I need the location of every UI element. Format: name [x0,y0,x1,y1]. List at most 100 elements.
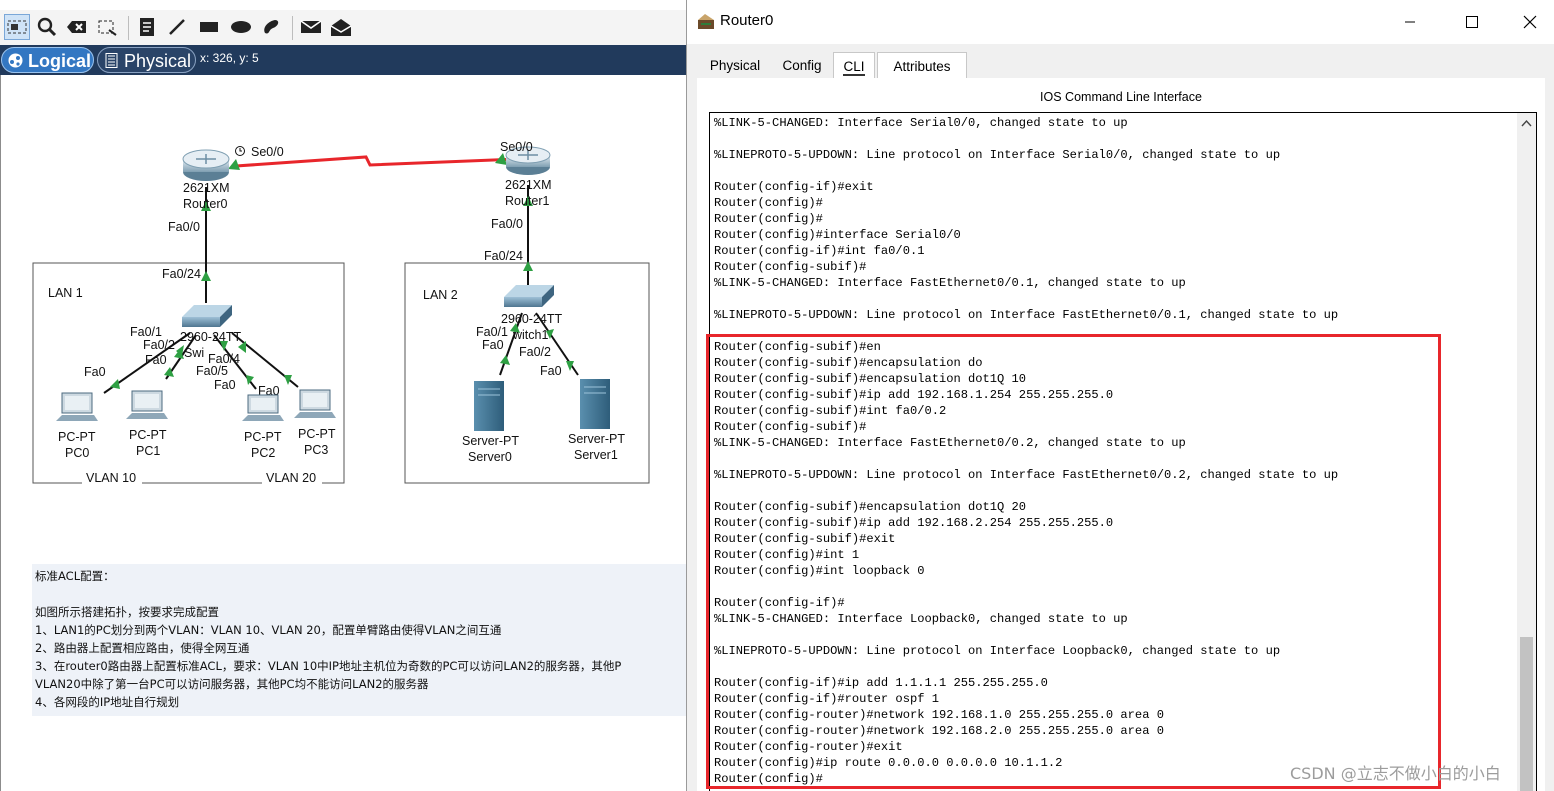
physical-tab-label: Physical [124,51,192,71]
window-title: Router0 [720,12,774,29]
switch1-port-fa01: Fa0/1 [476,325,508,339]
pc3-type: PC-PT [298,427,336,441]
cli-line: Router(config)# [714,212,823,226]
add-simple-pdu-icon[interactable] [298,14,324,40]
router0[interactable] [182,149,230,181]
view-bar: Logical Physical x: 326, y: 5 [0,45,686,75]
clock-icon [235,146,245,156]
cli-line [714,163,1338,179]
server1-port: Fa0 [540,364,562,378]
pc2-name: PC2 [251,446,275,460]
tab-attributes[interactable]: Attributes [877,52,967,78]
cursor-coordinates: x: 326, y: 5 [200,51,259,65]
tab-cli-label: CLI [843,59,865,76]
freeform-icon[interactable] [258,14,284,40]
tab-config[interactable]: Config [771,52,833,78]
scroll-up-icon[interactable] [1521,119,1532,127]
note-line: 2、路由器上配置相应路由，使得全网互通 [35,641,250,655]
cli-line: Router(config-if)#exit [714,180,874,194]
router0-model: 2621XM [183,181,230,195]
workspace-toolbar [0,10,686,46]
switch1-uplink-port: Fa0/24 [484,249,523,263]
select-tool-icon[interactable] [4,14,30,40]
workspace-pane: Logical Physical x: 326, y: 5 LAN 1 LAN … [0,0,686,791]
minimize-button[interactable] [1387,6,1433,38]
tab-physical[interactable]: Physical [701,52,769,78]
router0-fa-port: Fa0/0 [168,220,200,234]
switch0[interactable] [182,305,232,327]
switch1-model: 2960-24TT [501,312,563,326]
server1[interactable] [580,379,610,429]
watermark: CSDN @立志不做小白的小白 [1290,764,1501,783]
draw-ellipse-icon[interactable] [228,14,254,40]
switch1-name: witch1 [512,328,548,342]
server1-type: Server-PT [568,432,625,446]
pc3-name: PC3 [304,443,328,457]
switch0-port-fa01: Fa0/1 [130,325,162,339]
resize-shape-icon[interactable] [94,14,120,40]
logical-network-icon [8,53,23,68]
task-notes[interactable]: 标准ACL配置： 如图所示搭建拓扑，按要求完成配置 1、LAN1的PC划分到两个… [32,564,686,716]
note-line: 4、各网段的IP地址自行规划 [35,695,180,709]
toolbar-separator [292,16,293,40]
tab-cli[interactable]: CLI [833,52,875,78]
cli-line: %LINEPROTO-5-UPDOWN: Line protocol on In… [714,148,1281,162]
maximize-button[interactable] [1449,6,1495,38]
logical-tab-label: Logical [28,51,92,71]
pc0[interactable] [56,392,98,421]
note-line: 1、LAN1的PC划分到两个VLAN：VLAN 10、VLAN 20，配置单臂路… [35,623,502,637]
note-icon[interactable] [134,14,160,40]
close-icon [1523,15,1537,29]
cli-line: Router(config-subif)# [714,260,867,274]
topology-canvas[interactable]: LAN 1 LAN 2 VLAN 10 VLAN 20 2621XM Route… [0,75,686,564]
switch0-name: Swi [184,346,204,360]
maximize-icon [1466,16,1478,28]
physical-view-tab[interactable]: Physical [97,47,196,73]
pc2-port: Fa0 [214,378,236,392]
scrollbar-thumb[interactable] [1520,637,1533,791]
note-line: VLAN20中除了第一台PC可以访问服务器，其他PC均不能访问LAN2的服务器 [35,677,429,691]
vlan20-label: VLAN 20 [266,471,316,485]
switch0-port-fa02: Fa0/2 [143,338,175,352]
draw-rectangle-icon[interactable] [196,14,222,40]
server0-name: Server0 [468,450,512,464]
switch0-port-fa03: Fa0/5 [196,364,228,378]
cli-line: %LINEPROTO-5-UPDOWN: Line protocol on In… [714,308,1339,322]
router1-model: 2621XM [505,178,552,192]
pc1[interactable] [126,390,168,419]
pc1-name: PC1 [136,444,160,458]
router0-name: Router0 [183,197,228,211]
close-button[interactable] [1507,6,1553,38]
pc3[interactable] [294,389,336,418]
cli-header: IOS Command Line Interface [1040,90,1202,104]
lan2-label: LAN 2 [423,288,458,302]
switch0-model: 2960-24TT [180,330,242,344]
add-complex-pdu-icon[interactable] [328,14,354,40]
draw-line-icon[interactable] [164,14,190,40]
logical-view-tab[interactable]: Logical [1,47,94,73]
vertical-scrollbar[interactable] [1517,113,1536,791]
cli-line [714,291,1338,307]
vlan10-label: VLAN 10 [86,471,136,485]
cli-line: %LINK-5-CHANGED: Interface Serial0/0, ch… [714,116,1128,130]
physical-rack-icon [105,53,118,68]
server0[interactable] [474,381,504,431]
pc2[interactable] [242,394,284,421]
note-line: 标准ACL配置： [35,569,115,583]
cli-line: Router(config)#interface Serial0/0 [714,228,961,242]
delete-icon[interactable] [64,14,90,40]
pc2-type: PC-PT [244,430,282,444]
switch0-port-fa04: Fa0/4 [208,352,240,366]
switch1[interactable] [504,285,554,307]
highlight-annotation-box [706,334,1441,789]
inspect-icon[interactable] [34,14,60,40]
note-line [35,585,686,603]
packet-tracer-router-icon [698,14,714,29]
minimize-icon [1405,21,1415,23]
router1-serial-port: Se0/0 [500,140,533,154]
note-line: 3、在router0路由器上配置标准ACL，要求：VLAN 10中IP地址主机位… [35,659,622,673]
window-titlebar[interactable]: Router0 [687,0,1554,44]
toolbar-separator [128,16,129,40]
server0-port: Fa0 [482,338,504,352]
pc0-name: PC0 [65,446,89,460]
